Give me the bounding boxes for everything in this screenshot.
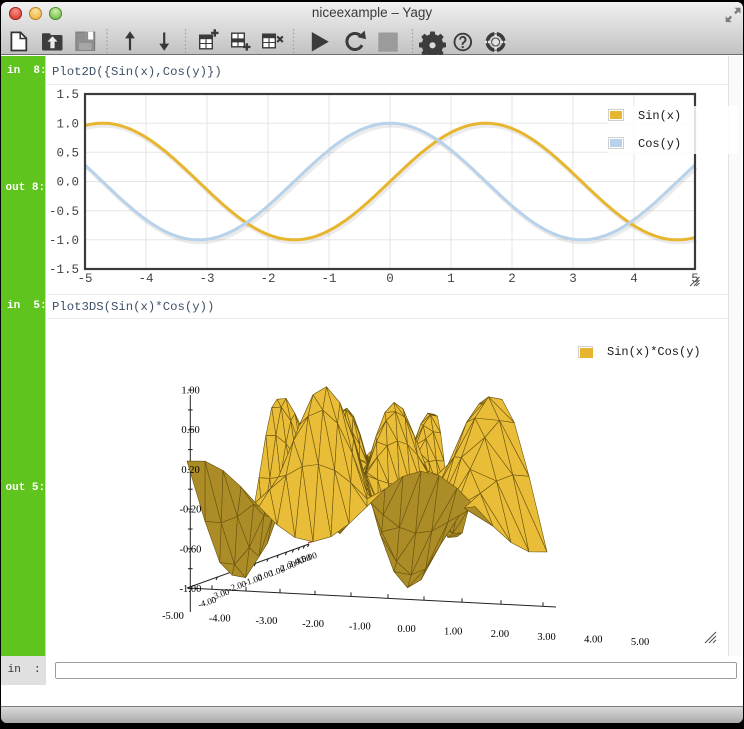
svg-text:-5: -5 <box>77 272 92 286</box>
svg-text:0.20: 0.20 <box>181 465 199 476</box>
svg-text:2: 2 <box>508 272 516 286</box>
svg-text:-2.00: -2.00 <box>302 619 324 630</box>
svg-text:-2: -2 <box>260 272 275 286</box>
svg-text:5.00: 5.00 <box>631 637 649 648</box>
svg-text:0.00: 0.00 <box>397 624 415 635</box>
svg-text:1.00: 1.00 <box>181 386 199 397</box>
svg-text:-0.60: -0.60 <box>180 544 202 555</box>
svg-text:-1.00: -1.00 <box>180 584 202 595</box>
svg-text:4.00: 4.00 <box>584 634 602 645</box>
svg-text:3: 3 <box>569 272 577 286</box>
svg-text:-3: -3 <box>199 272 214 286</box>
svg-text:2.00: 2.00 <box>491 629 509 640</box>
svg-text:1.00: 1.00 <box>444 627 462 638</box>
svg-text:1: 1 <box>447 272 455 286</box>
svg-text:1.0: 1.0 <box>56 117 79 131</box>
svg-text:0.5: 0.5 <box>56 147 79 161</box>
svg-text:3.00: 3.00 <box>537 632 555 643</box>
svg-text:4: 4 <box>630 272 638 286</box>
svg-text:-1.5: -1.5 <box>49 263 79 277</box>
svg-text:Sin(x): Sin(x) <box>638 109 681 123</box>
svg-text:-3.00: -3.00 <box>255 616 277 627</box>
svg-text:-0.20: -0.20 <box>180 505 202 516</box>
svg-text:-1.0: -1.0 <box>49 234 79 248</box>
svg-text:-0.5: -0.5 <box>49 205 79 219</box>
svg-text:Cos(y): Cos(y) <box>638 137 681 151</box>
svg-text:5.00: 5.00 <box>300 550 319 565</box>
svg-text:0: 0 <box>386 272 394 286</box>
svg-text:-1.00: -1.00 <box>349 621 371 632</box>
svg-text:-5.00: -5.00 <box>162 611 184 622</box>
svg-text:0.60: 0.60 <box>181 425 199 436</box>
svg-text:0.0: 0.0 <box>56 176 79 190</box>
svg-text:-4.00: -4.00 <box>209 614 231 625</box>
svg-text:-4: -4 <box>138 272 153 286</box>
svg-text:1.5: 1.5 <box>56 88 79 102</box>
svg-text:-1: -1 <box>321 272 336 286</box>
